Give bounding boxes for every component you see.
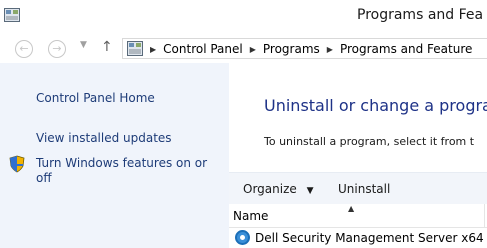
program-name: Dell Security Management Server x64 xyxy=(255,231,484,245)
breadcrumb-item[interactable]: Control Panel xyxy=(163,42,243,56)
sidebar-item-control-panel-home[interactable]: Control Panel Home xyxy=(36,91,155,106)
window-title: Programs and Fea xyxy=(357,7,484,23)
breadcrumb-chevron-icon[interactable]: ▶ xyxy=(147,45,159,54)
recent-locations-dropdown-icon[interactable]: ▼ xyxy=(80,40,87,50)
list-item[interactable]: Dell Security Management Server x64 xyxy=(229,228,487,248)
forward-arrow-icon[interactable]: → xyxy=(48,40,66,58)
control-panel-icon xyxy=(127,41,143,56)
instruction-text: To uninstall a program, select it from t xyxy=(264,135,475,148)
navigation-bar: ← → ▼ ↑ ▶ Control Panel ▶ Programs ▶ Pro… xyxy=(0,34,487,63)
breadcrumb-item[interactable]: Programs xyxy=(263,42,320,56)
sidebar-item-label: off xyxy=(36,171,52,185)
breadcrumb-chevron-icon[interactable]: ▶ xyxy=(324,45,336,54)
sidebar-item-label: Turn Windows features on or xyxy=(36,156,208,170)
command-toolbar: Organize ▼ Uninstall xyxy=(229,172,487,206)
sort-ascending-icon: ▲ xyxy=(348,204,355,213)
column-divider[interactable] xyxy=(484,204,485,227)
sidebar-item-view-installed-updates[interactable]: View installed updates xyxy=(36,131,172,146)
dell-app-icon xyxy=(235,230,250,245)
back-arrow-icon[interactable]: ← xyxy=(15,40,33,58)
breadcrumb: ▶ Control Panel ▶ Programs ▶ Programs an… xyxy=(147,42,472,56)
uninstall-button[interactable]: Uninstall xyxy=(338,182,390,196)
chevron-down-icon: ▼ xyxy=(306,186,314,196)
address-bar[interactable]: ▶ Control Panel ▶ Programs ▶ Programs an… xyxy=(122,38,487,59)
organize-button[interactable]: Organize ▼ xyxy=(243,182,314,196)
breadcrumb-item[interactable]: Programs and Feature xyxy=(340,42,472,56)
shield-icon xyxy=(9,155,25,173)
title-bar: Programs and Fea xyxy=(0,0,487,35)
page-title: Uninstall or change a prograr xyxy=(264,96,487,115)
column-header-name[interactable]: Name xyxy=(233,209,268,223)
breadcrumb-chevron-icon[interactable]: ▶ xyxy=(247,45,259,54)
sidebar-item-windows-features[interactable]: Turn Windows features on or off xyxy=(36,156,207,186)
control-panel-icon[interactable] xyxy=(4,8,20,22)
list-column-header: Name ▲ xyxy=(229,204,487,228)
up-arrow-icon[interactable]: ↑ xyxy=(101,39,113,55)
organize-label: Organize xyxy=(243,182,297,196)
